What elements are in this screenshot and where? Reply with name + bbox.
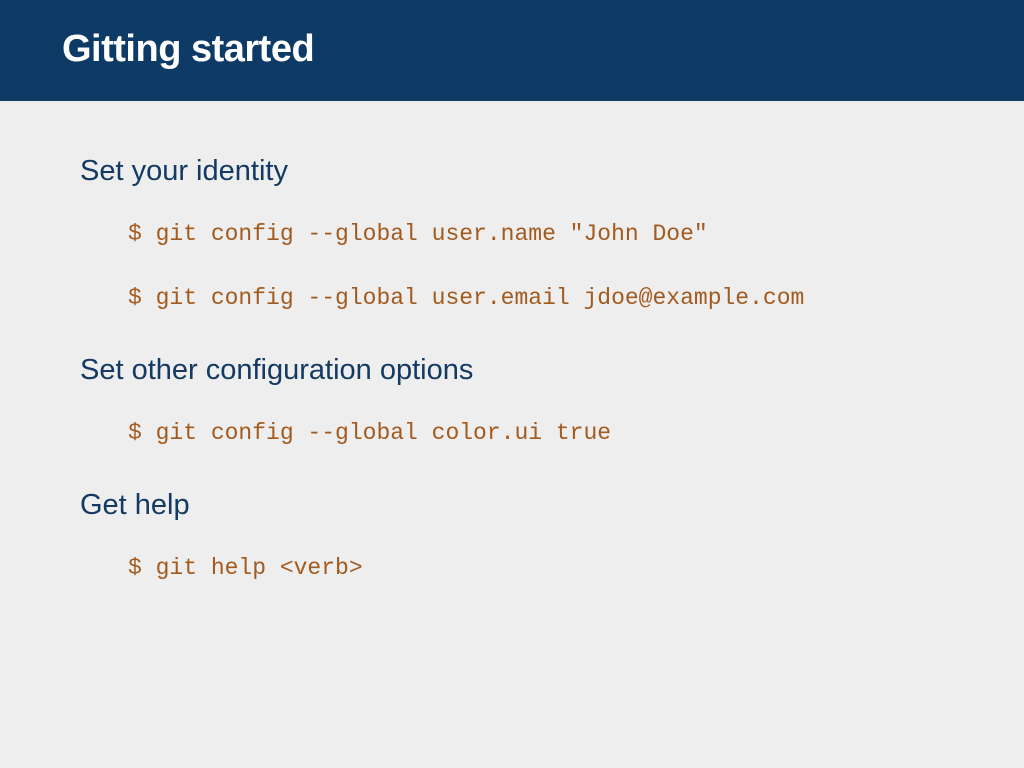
code-line: $ git config --global user.email jdoe@ex… (128, 284, 944, 314)
code-block: $ git config --global color.ui true (128, 419, 944, 449)
section-help: Get help $ git help <verb> (80, 489, 944, 584)
section-heading: Set your identity (80, 155, 944, 188)
code-line: $ git config --global user.name "John Do… (128, 220, 944, 250)
code-block: $ git help <verb> (128, 554, 944, 584)
section-heading: Set other configuration options (80, 354, 944, 387)
section-identity: Set your identity $ git config --global … (80, 155, 944, 314)
code-block: $ git config --global user.name "John Do… (128, 220, 944, 314)
slide-content: Set your identity $ git config --global … (0, 101, 1024, 584)
code-line: $ git help <verb> (128, 554, 944, 584)
code-line: $ git config --global color.ui true (128, 419, 944, 449)
slide-header: Gitting started (0, 0, 1024, 101)
section-heading: Get help (80, 489, 944, 522)
slide-title: Gitting started (62, 28, 962, 71)
section-config: Set other configuration options $ git co… (80, 354, 944, 449)
